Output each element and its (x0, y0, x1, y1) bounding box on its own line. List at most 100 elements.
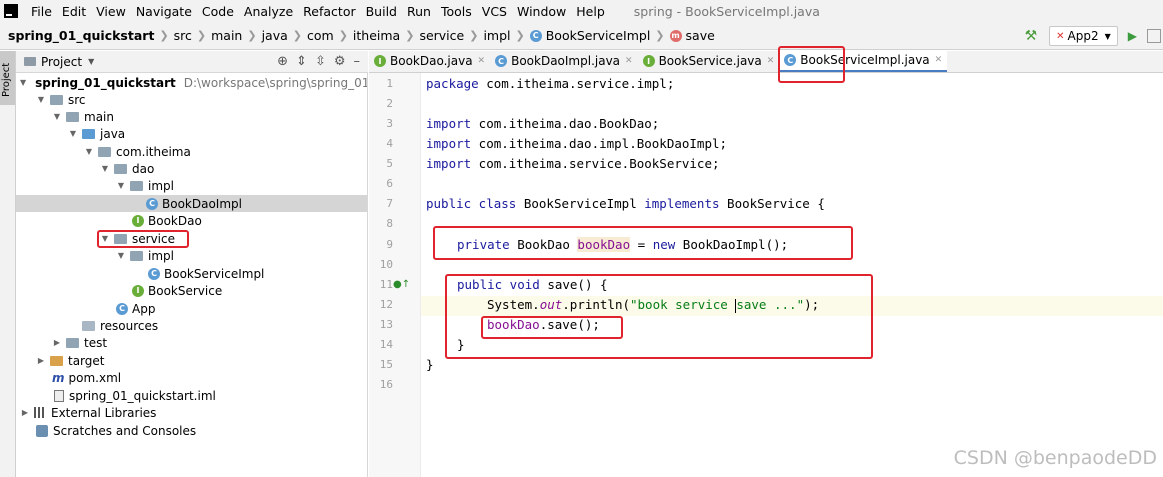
tree-item-label: External Libraries (51, 405, 157, 420)
tab-bookserviceimpl[interactable]: C BookServiceImpl.java ✕ (779, 50, 948, 72)
tree-item-main[interactable]: ▼ main (16, 108, 367, 125)
run-play-icon[interactable]: ▶ (1128, 29, 1137, 43)
collapse-all-icon[interactable]: ⇳ (315, 54, 326, 69)
method-icon: m (669, 29, 682, 42)
chevron-down-icon[interactable]: ▼ (88, 57, 94, 66)
chevron-down-icon[interactable]: ▼ (116, 251, 126, 260)
menu-navigate[interactable]: Navigate (131, 4, 197, 19)
chevron-down-icon[interactable]: ▼ (116, 181, 126, 190)
tab-bookdaoimpl[interactable]: C BookDaoImpl.java ✕ (490, 50, 637, 72)
tree-item-label: src (68, 92, 86, 107)
tree-item-resources[interactable]: resources (16, 317, 367, 334)
run-toolbar: ⚒ ✕ App2 ▼ ▶ (1025, 22, 1163, 50)
code-text: BookDao (509, 237, 578, 252)
menu-code[interactable]: Code (197, 4, 239, 19)
tab-bookservice[interactable]: I BookService.java ✕ (638, 50, 780, 72)
tree-item-label: java (100, 126, 126, 141)
run-config-select[interactable]: ✕ App2 ▼ (1049, 26, 1118, 46)
interface-icon: I (132, 284, 144, 297)
menu-help[interactable]: Help (571, 4, 610, 19)
breadcrumb-item-src[interactable]: src (174, 28, 192, 43)
tree-item-package-service[interactable]: ▼ service (16, 230, 367, 247)
breadcrumb-item-class[interactable]: C BookServiceImpl (529, 28, 650, 43)
tree-item-pom[interactable]: m pom.xml (16, 369, 367, 386)
code-text: com.itheima.service.impl; (478, 76, 675, 91)
close-icon[interactable]: ✕ (625, 56, 633, 66)
breadcrumb-item-impl[interactable]: impl (483, 28, 510, 43)
file-icon (54, 389, 64, 402)
project-view-selector[interactable]: Project (41, 55, 82, 69)
code-editor[interactable]: package com.itheima.service.impl; import… (421, 73, 1163, 477)
menu-view[interactable]: View (91, 4, 131, 19)
breadcrumb-item-java[interactable]: java (262, 28, 288, 43)
menu-build[interactable]: Build (361, 4, 402, 19)
tree-item-bookdaoimpl[interactable]: C BookDaoImpl (16, 195, 367, 212)
close-icon[interactable]: ✕ (478, 56, 486, 66)
code-line-4: import com.itheima.dao.impl.BookDaoImpl; (426, 134, 727, 154)
tree-item-test[interactable]: ▶ test (16, 334, 367, 351)
menu-vcs[interactable]: VCS (477, 4, 512, 19)
menu-tools[interactable]: Tools (436, 4, 477, 19)
build-hammer-icon[interactable]: ⚒ (1025, 28, 1038, 44)
locate-icon[interactable]: ⊕ (277, 54, 288, 69)
tree-item-target[interactable]: ▶ target (16, 352, 367, 369)
expand-all-icon[interactable]: ⇕ (296, 54, 307, 69)
breadcrumb-item-itheima[interactable]: itheima (353, 28, 400, 43)
project-tool-tab[interactable]: Project (0, 51, 15, 105)
tree-item-bookdao[interactable]: I BookDao (16, 212, 367, 229)
chevron-down-icon[interactable]: ▼ (68, 129, 78, 138)
menu-window[interactable]: Window (512, 4, 571, 19)
tree-item-project-root[interactable]: ▼ spring_01_quickstart D:\workspace\spri… (16, 74, 367, 91)
tree-item-package-com-itheima[interactable]: ▼ com.itheima (16, 143, 367, 160)
project-tree: ▼ spring_01_quickstart D:\workspace\spri… (16, 73, 368, 477)
menu-file[interactable]: File (26, 4, 57, 19)
debug-icon[interactable] (1147, 29, 1161, 43)
breadcrumb-item-service[interactable]: service (419, 28, 464, 43)
implements-method-icon[interactable]: ●↑ (393, 279, 410, 290)
hide-icon[interactable]: – (354, 54, 361, 69)
menu-refactor[interactable]: Refactor (298, 4, 360, 19)
tree-item-java[interactable]: ▼ java (16, 125, 367, 142)
keyword: implements (644, 196, 720, 211)
package-icon (130, 180, 143, 191)
tree-item-package-dao[interactable]: ▼ dao (16, 160, 367, 177)
chevron-down-icon[interactable]: ▼ (52, 112, 62, 121)
tree-item-label: BookDaoImpl (162, 196, 242, 211)
breadcrumb-item-com[interactable]: com (307, 28, 334, 43)
menu-edit[interactable]: Edit (57, 4, 91, 19)
close-icon[interactable]: ✕ (767, 56, 775, 66)
menu-run[interactable]: Run (402, 4, 436, 19)
chevron-right-icon[interactable]: ▶ (52, 338, 62, 347)
tree-item-iml[interactable]: spring_01_quickstart.iml (16, 387, 367, 404)
chevron-down-icon[interactable]: ▼ (100, 164, 110, 173)
line-number: 8 (386, 217, 393, 230)
tab-bookdao[interactable]: I BookDao.java ✕ (369, 50, 490, 72)
code-line-3: import com.itheima.dao.BookDao; (426, 114, 659, 134)
tree-item-package-dao-impl[interactable]: ▼ impl (16, 177, 367, 194)
tree-item-label: impl (148, 248, 174, 263)
chevron-down-icon[interactable]: ▼ (84, 147, 94, 156)
folder-icon (66, 111, 79, 122)
tree-item-bookservice[interactable]: I BookService (16, 282, 367, 299)
chevron-down-icon[interactable]: ▼ (100, 234, 110, 243)
chevron-right-icon[interactable]: ▶ (20, 408, 30, 417)
close-icon[interactable]: ✕ (935, 55, 943, 65)
tree-item-external-libraries[interactable]: ▶ External Libraries (16, 404, 367, 421)
tree-item-src[interactable]: ▼ src (16, 91, 367, 108)
menu-analyze[interactable]: Analyze (239, 4, 298, 19)
chevron-down-icon[interactable]: ▼ (20, 78, 26, 87)
breadcrumb-item-project[interactable]: spring_01_quickstart (8, 28, 154, 43)
tree-item-package-service-impl[interactable]: ▼ impl (16, 247, 367, 264)
tree-item-bookserviceimpl[interactable]: C BookServiceImpl (16, 265, 367, 282)
chevron-right-icon: ❯ (338, 29, 348, 42)
tree-item-label: com.itheima (116, 144, 191, 159)
chevron-right-icon[interactable]: ▶ (36, 356, 46, 365)
breadcrumb-item-main[interactable]: main (211, 28, 242, 43)
code-line-7: public class BookServiceImpl implements … (426, 194, 825, 214)
gear-icon[interactable]: ⚙ (334, 54, 346, 69)
tree-item-scratches[interactable]: Scratches and Consoles (16, 422, 367, 439)
watermark: CSDN @benpaodeDD (953, 447, 1157, 469)
tree-item-app[interactable]: C App (16, 300, 367, 317)
breadcrumb-item-method[interactable]: m save (669, 28, 715, 43)
chevron-down-icon[interactable]: ▼ (36, 95, 46, 104)
